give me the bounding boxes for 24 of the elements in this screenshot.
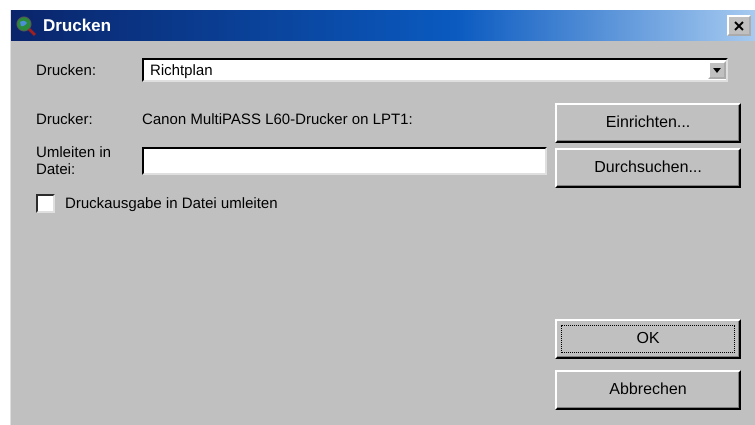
printer-name: Canon MultiPASS L60-Drucker on LPT1: — [142, 110, 413, 128]
focus-ring: OK — [561, 325, 735, 353]
focus-ring: Durchsuchen... — [593, 158, 703, 178]
file-field[interactable] — [142, 147, 547, 175]
dropdown-button[interactable] — [708, 61, 726, 79]
checkbox[interactable] — [36, 194, 55, 212]
focus-ring: Einrichten... — [604, 113, 692, 133]
dialog-button[interactable]: OK — [555, 319, 741, 359]
caret-icon — [713, 68, 721, 72]
window-title: Drucken — [43, 16, 112, 36]
close-icon — [734, 20, 744, 30]
dialog-button[interactable]: Abbrechen — [555, 370, 741, 410]
dialog-button[interactable]: Einrichten... — [555, 103, 741, 143]
field-label: Umleiten in Datei: — [36, 144, 112, 178]
print-dropdown[interactable]: Richtplan — [142, 58, 728, 82]
magnifier-globe-icon — [15, 14, 37, 36]
redirect-checkbox[interactable]: Druckausgabe in Datei umleiten — [36, 183, 555, 223]
checkbox-label: Druckausgabe in Datei umleiten — [65, 194, 278, 212]
dropdown-value: Richtplan — [150, 62, 213, 78]
field-label: Drucken: — [36, 62, 98, 78]
field-label: Drucker: — [36, 110, 94, 128]
close-button[interactable] — [727, 15, 751, 36]
dialog-button[interactable]: Durchsuchen... — [555, 148, 741, 188]
focus-ring: Abbrechen — [608, 380, 688, 400]
